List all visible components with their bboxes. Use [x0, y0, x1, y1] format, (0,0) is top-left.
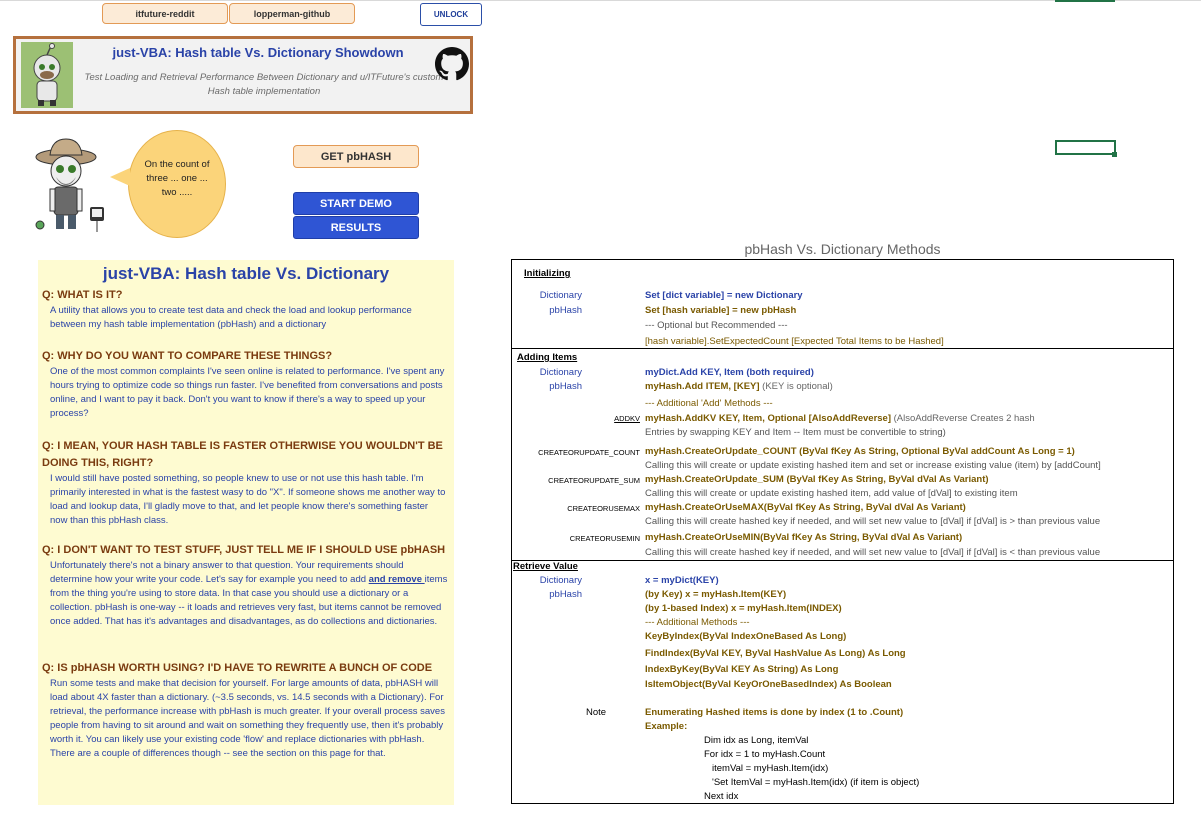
example-code-line: For idx = 1 to myHash.Count: [704, 749, 826, 760]
method-code: (by Key) x = myHash.Item(KEY): [645, 589, 787, 600]
note-text: --- Additional Methods ---: [645, 617, 750, 628]
methods-table: Initializing Dictionary Set [dict variab…: [511, 259, 1174, 804]
method-code: (by 1-based Index) x = myHash.Item(INDEX…: [645, 603, 842, 614]
example-code-line: Next idx: [704, 791, 739, 802]
faq-question: Q: IS pbHASH WORTH USING? I'D HAVE TO RE…: [42, 662, 433, 674]
reddit-avatar-image: [21, 42, 73, 108]
example-code-line: 'Set ItemVal = myHash.Item(idx) (if item…: [712, 777, 920, 788]
row-label: Dictionary: [539, 575, 582, 586]
note-text: --- Optional but Recommended ---: [645, 320, 788, 331]
faq-question: Q: I DON'T WANT TO TEST STUFF, JUST TELL…: [42, 544, 446, 556]
example-code-line: itemVal = myHash.Item(idx): [712, 763, 829, 774]
faq-panel: just-VBA: Hash table Vs. Dictionary Q: W…: [38, 260, 454, 805]
method-code: myHash.CreateOrUpdate_SUM (ByVal fKey As…: [645, 474, 989, 485]
retrieve-value-header: Retrieve Value: [513, 561, 578, 572]
method-code: Set [hash variable] = new pbHash: [645, 305, 797, 316]
row-label: Dictionary: [539, 290, 582, 301]
row-label: ADDKV: [614, 414, 640, 423]
method-code-text: myHash.Add ITEM, [KEY]: [645, 381, 760, 392]
row-label: pbHash: [549, 589, 582, 600]
row-label: pbHash: [549, 381, 582, 392]
faq-question: Q: WHAT IS IT?: [42, 289, 123, 301]
row-label: CREATEORUSEMIN: [569, 534, 640, 543]
unlock-button[interactable]: UNLOCK: [420, 3, 482, 26]
method-code: Enumerating Hashed items is done by inde…: [645, 707, 904, 718]
method-code: myHash.CreateOrUseMIN(ByVal fKey As Stri…: [645, 532, 963, 543]
get-pbhash-button[interactable]: GET pbHASH: [293, 145, 419, 168]
faq-answer: A utility that allows you to create test…: [50, 305, 412, 330]
row-label: CREATEORUPDATE_SUM: [548, 476, 640, 485]
method-code-note: (AlsoAddReverse Creates 2 hash: [891, 413, 1035, 424]
method-code: myDict.Add KEY, Item (both required): [645, 367, 814, 378]
start-demo-button[interactable]: START DEMO: [293, 192, 419, 215]
method-description: Calling this will create or update exist…: [645, 460, 1101, 471]
itfuture-reddit-button[interactable]: itfuture-reddit: [102, 3, 228, 24]
method-code: IsItemObject(ByVal KeyOrOneBasedIndex) A…: [645, 679, 892, 690]
sheet-top-border: [0, 0, 1201, 1]
cartoon-character-image: [28, 135, 113, 237]
method-code: Set [dict variable] = new Dictionary: [645, 290, 803, 301]
faq-answer: I would still have posted something, so …: [50, 473, 446, 526]
faq-question: Q: WHY DO YOU WANT TO COMPARE THESE THIN…: [42, 350, 333, 362]
method-code: FindIndex(ByVal KEY, ByVal HashValue As …: [645, 648, 906, 659]
lopperman-github-button[interactable]: lopperman-github: [229, 3, 355, 24]
faq-answer: Run some tests and make that decision fo…: [50, 678, 445, 759]
method-code: KeyByIndex(ByVal IndexOneBased As Long): [645, 631, 847, 642]
method-code: myHash.AddKV KEY, Item, Optional [AlsoAd…: [645, 413, 1035, 424]
row-label: CREATEORUSEMAX: [567, 504, 640, 513]
header-banner: just-VBA: Hash table Vs. Dictionary Show…: [13, 36, 473, 114]
note-label: Note: [586, 707, 607, 718]
method-code-text: myHash.AddKV KEY, Item, Optional [AlsoAd…: [645, 413, 891, 424]
row-label: CREATEORUPDATE_COUNT: [538, 448, 640, 457]
section-divider: [512, 560, 1173, 561]
row-label: Dictionary: [539, 367, 582, 378]
method-code: x = myDict(KEY): [645, 575, 719, 586]
faq-title: just-VBA: Hash table Vs. Dictionary: [102, 264, 390, 283]
faq-answer: One of the most common complaints I've s…: [50, 366, 445, 419]
selected-cell[interactable]: [1055, 140, 1116, 155]
method-description: Calling this will create hashed key if n…: [645, 516, 1101, 527]
column-header-highlight: [1055, 0, 1115, 2]
row-label: pbHash: [549, 305, 582, 316]
section-divider: [512, 348, 1173, 349]
method-description: Entries by swapping KEY and Item -- Item…: [645, 427, 946, 438]
github-icon[interactable]: [435, 47, 469, 81]
method-description: Calling this will create or update exist…: [645, 488, 1018, 499]
note-text: --- Additional 'Add' Methods ---: [645, 398, 773, 409]
speech-bubble-tail: [110, 168, 130, 186]
initializing-header: Initializing: [524, 268, 571, 279]
speech-bubble-text: On the count of three ... one ... two ..…: [144, 159, 210, 198]
faq-answer: Unfortunately there's not a binary answe…: [50, 559, 448, 629]
faq-question: Q: I MEAN, YOUR HASH TABLE IS FASTER OTH…: [42, 440, 443, 469]
banner-subtitle: Test Loading and Retrieval Performance B…: [84, 72, 444, 97]
method-code: myHash.CreateOrUpdate_COUNT (ByVal fKey …: [645, 446, 1075, 457]
faq-answer-part: Unfortunately there's not a binary answe…: [50, 560, 404, 585]
example-label: Example:: [645, 721, 688, 732]
adding-items-header: Adding Items: [517, 352, 578, 363]
fill-handle[interactable]: [1112, 152, 1117, 157]
method-code: myHash.Add ITEM, [KEY] (KEY is optional): [645, 381, 833, 392]
method-code: [hash variable].SetExpectedCount [Expect…: [645, 336, 944, 347]
and-remove-link[interactable]: and remove: [369, 574, 425, 585]
method-code: IndexByKey(ByVal KEY As String) As Long: [645, 664, 839, 675]
method-code: myHash.CreateOrUseMAX(ByVal fKey As Stri…: [645, 502, 966, 513]
banner-title: just-VBA: Hash table Vs. Dictionary Show…: [112, 45, 404, 60]
methods-title: pbHash Vs. Dictionary Methods: [744, 241, 941, 257]
example-code-line: Dim idx as Long, itemVal: [704, 735, 809, 746]
results-button[interactable]: RESULTS: [293, 216, 419, 239]
method-code-note: (KEY is optional): [759, 381, 833, 392]
method-description: Calling this will create hashed key if n…: [645, 547, 1101, 558]
speech-bubble: On the count of three ... one ... two ..…: [128, 130, 226, 238]
